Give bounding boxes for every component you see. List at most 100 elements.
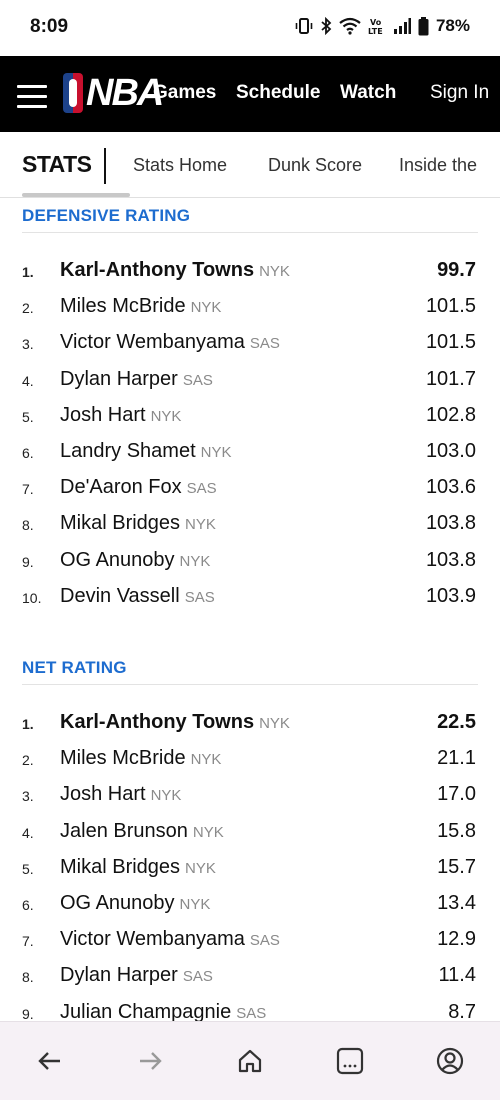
forward-arrow-icon[interactable] xyxy=(135,1046,165,1076)
player-name[interactable]: Jalen Brunson xyxy=(60,820,188,842)
player-name[interactable]: Victor Wembanyama xyxy=(60,331,245,353)
player-name-group[interactable]: Miles McBride NYK xyxy=(60,747,221,770)
stat-value: 101.7 xyxy=(425,367,476,390)
player-name-group[interactable]: Victor Wembanyama SAS xyxy=(60,331,280,354)
player-name-group[interactable]: Karl-Anthony Towns NYK xyxy=(60,711,290,734)
player-name[interactable]: OG Anunoby xyxy=(60,892,175,914)
player-row[interactable]: 4. Jalen Brunson NYK 15.8 xyxy=(22,816,478,852)
tab-stats-home[interactable]: Stats Home xyxy=(133,155,227,176)
stats-title[interactable]: STATS xyxy=(22,151,92,178)
nav-watch[interactable]: Watch xyxy=(340,82,396,104)
stat-value: 103.0 xyxy=(425,440,476,462)
player-row[interactable]: 3. Victor Wembanyama SAS 101.5 xyxy=(22,327,478,363)
rank-number: 7. xyxy=(22,481,34,498)
player-name-group[interactable]: Landry Shamet NYK xyxy=(60,440,231,463)
player-name[interactable]: Mikal Bridges xyxy=(60,856,180,878)
player-name-group[interactable]: Julian Champagnie SAS xyxy=(60,1001,266,1021)
subnav-scrollbar[interactable] xyxy=(22,193,130,197)
player-row[interactable]: 4. Dylan Harper SAS 101.7 xyxy=(22,364,478,400)
team-abbreviation: SAS xyxy=(249,932,280,950)
player-row[interactable]: 2. Miles McBride NYK 21.1 xyxy=(22,743,478,779)
player-name[interactable]: De'Aaron Fox xyxy=(60,476,182,498)
player-row[interactable]: 9. OG Anunoby NYK 103.8 xyxy=(22,545,478,581)
player-row[interactable]: 10. Devin Vassell SAS 103.9 xyxy=(22,581,478,617)
player-name-group[interactable]: Mikal Bridges NYK xyxy=(60,856,216,879)
player-name[interactable]: Julian Champagnie xyxy=(60,1001,231,1021)
player-name-group[interactable]: Dylan Harper SAS xyxy=(60,964,213,987)
player-name[interactable]: Josh Hart xyxy=(60,783,146,805)
player-name[interactable]: Miles McBride xyxy=(60,747,186,769)
player-row[interactable]: 9. Julian Champagnie SAS 8.7 xyxy=(22,997,478,1021)
player-name[interactable]: OG Anunoby xyxy=(60,549,175,571)
player-name[interactable]: Victor Wembanyama xyxy=(60,928,245,950)
rank-number: 5. xyxy=(22,408,34,425)
player-name[interactable]: Josh Hart xyxy=(60,404,146,426)
player-name-group[interactable]: Josh Hart NYK xyxy=(60,783,181,806)
player-name[interactable]: Devin Vassell xyxy=(60,585,180,607)
vibrate-icon xyxy=(295,17,313,35)
volte-icon: Vo LTE xyxy=(368,17,386,35)
browser-bottom-bar xyxy=(0,1021,500,1100)
player-name-group[interactable]: OG Anunoby NYK xyxy=(60,549,210,572)
back-arrow-icon[interactable] xyxy=(35,1046,65,1076)
player-name-group[interactable]: Miles McBride NYK xyxy=(60,295,221,318)
status-bar: 8:09 Vo LTE 78% xyxy=(0,0,500,56)
rank-number: 4. xyxy=(22,372,34,389)
player-name-group[interactable]: De'Aaron Fox SAS xyxy=(60,476,217,499)
team-abbreviation: NYK xyxy=(150,787,182,805)
stat-value: 15.7 xyxy=(437,855,476,878)
nav-games[interactable]: Games xyxy=(153,82,216,104)
stat-value: 101.5 xyxy=(425,295,476,318)
home-icon[interactable] xyxy=(235,1046,265,1076)
stat-value: 8.7 xyxy=(448,1000,476,1021)
tabs-icon[interactable] xyxy=(335,1046,365,1076)
player-name-group[interactable]: OG Anunoby NYK xyxy=(60,892,210,915)
rank-number: 3. xyxy=(22,788,34,805)
nav-schedule[interactable]: Schedule xyxy=(236,82,320,104)
tab-inside-the[interactable]: Inside the xyxy=(399,155,477,176)
stat-value: 103.9 xyxy=(425,584,476,607)
account-icon[interactable] xyxy=(435,1046,465,1076)
player-name[interactable]: Mikal Bridges xyxy=(60,512,180,534)
player-row[interactable]: 3. Josh Hart NYK 17.0 xyxy=(22,779,478,815)
player-name-group[interactable]: Victor Wembanyama SAS xyxy=(60,928,280,951)
player-row[interactable]: 2. Miles McBride NYK 101.5 xyxy=(22,291,478,327)
player-name-group[interactable]: Devin Vassell SAS xyxy=(60,585,215,608)
player-name[interactable]: Miles McBride xyxy=(60,295,186,317)
player-name-group[interactable]: Josh Hart NYK xyxy=(60,404,181,427)
rank-number: 8. xyxy=(22,969,34,986)
player-row[interactable]: 8. Dylan Harper SAS 11.4 xyxy=(22,960,478,996)
player-row[interactable]: 1. Karl-Anthony Towns NYK 99.7 xyxy=(22,255,478,291)
player-name-group[interactable]: Dylan Harper SAS xyxy=(60,368,213,391)
rank-number: 9. xyxy=(22,553,34,570)
player-row[interactable]: 7. Victor Wembanyama SAS 12.9 xyxy=(22,924,478,960)
team-abbreviation: NYK xyxy=(190,299,222,317)
player-row[interactable]: 5. Mikal Bridges NYK 15.7 xyxy=(22,852,478,888)
stat-value: 103.6 xyxy=(425,476,476,499)
player-row[interactable]: 7. De'Aaron Fox SAS 103.6 xyxy=(22,472,478,508)
player-row[interactable]: 6. Landry Shamet NYK 103.0 xyxy=(22,436,478,472)
player-name-group[interactable]: Mikal Bridges NYK xyxy=(60,512,216,535)
player-name[interactable]: Dylan Harper xyxy=(60,964,178,986)
status-icons: Vo LTE 78% xyxy=(295,16,470,36)
player-name-group[interactable]: Karl-Anthony Towns NYK xyxy=(60,259,290,282)
player-row[interactable]: 5. Josh Hart NYK 102.8 xyxy=(22,400,478,436)
stat-value: 99.7 xyxy=(437,259,476,281)
rank-number: 6. xyxy=(22,897,34,913)
team-abbreviation: NYK xyxy=(190,751,222,769)
tab-dunk-score[interactable]: Dunk Score xyxy=(268,155,362,176)
team-abbreviation: NYK xyxy=(259,715,290,732)
player-row[interactable]: 6. OG Anunoby NYK 13.4 xyxy=(22,888,478,924)
rank-number: 3. xyxy=(22,336,34,353)
sign-in-link[interactable]: Sign In xyxy=(430,82,489,104)
player-row[interactable]: 8. Mikal Bridges NYK 103.8 xyxy=(22,508,478,544)
section-title: NET RATING xyxy=(22,651,478,685)
player-name-group[interactable]: Jalen Brunson NYK xyxy=(60,820,224,843)
player-row[interactable]: 1. Karl-Anthony Towns NYK 22.5 xyxy=(22,707,478,743)
player-name[interactable]: Dylan Harper xyxy=(60,368,178,390)
team-abbreviation: NYK xyxy=(179,552,211,570)
player-name[interactable]: Karl-Anthony Towns xyxy=(60,711,254,733)
player-name[interactable]: Karl-Anthony Towns xyxy=(60,259,254,281)
status-time: 8:09 xyxy=(30,16,69,37)
player-name[interactable]: Landry Shamet xyxy=(60,440,196,462)
